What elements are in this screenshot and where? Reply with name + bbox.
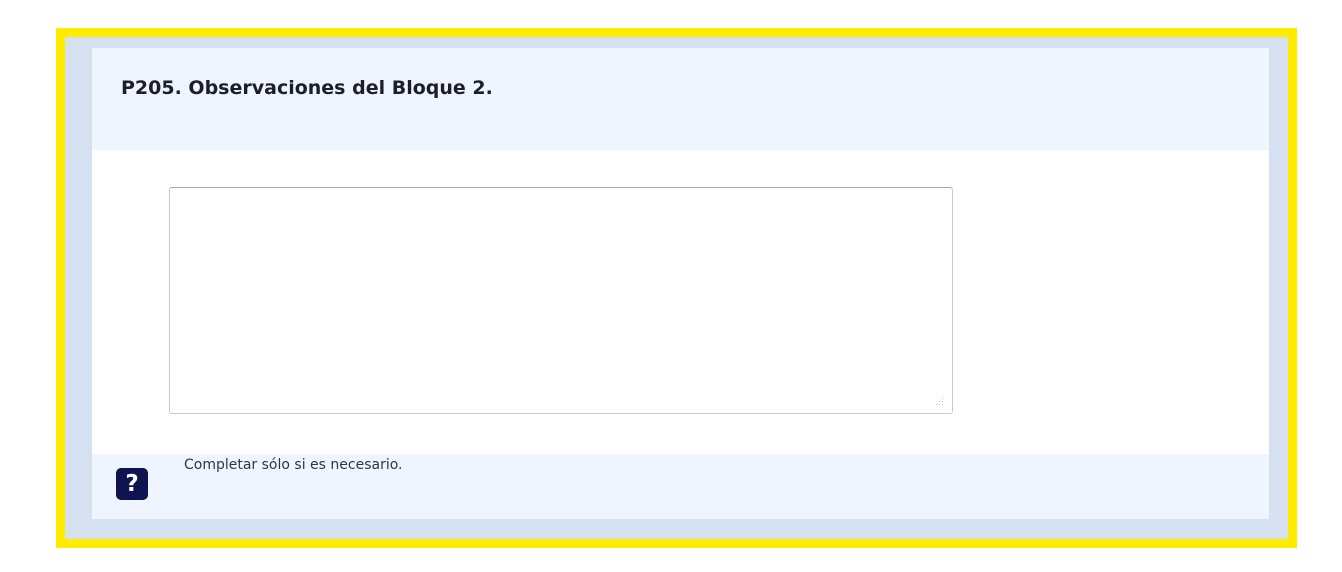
help-bar: ? Completar sólo si es necesario.	[92, 454, 1269, 519]
question-title: P205. Observaciones del Bloque 2.	[121, 77, 493, 99]
help-text: Completar sólo si es necesario.	[184, 457, 403, 473]
help-icon[interactable]: ?	[116, 468, 148, 500]
observations-textarea[interactable]	[169, 187, 953, 414]
resize-grip-icon[interactable]	[931, 395, 945, 409]
question-panel: P205. Observaciones del Bloque 2. ? Comp…	[92, 48, 1269, 519]
question-header: P205. Observaciones del Bloque 2.	[92, 48, 1269, 150]
question-frame: P205. Observaciones del Bloque 2. ? Comp…	[56, 28, 1297, 548]
